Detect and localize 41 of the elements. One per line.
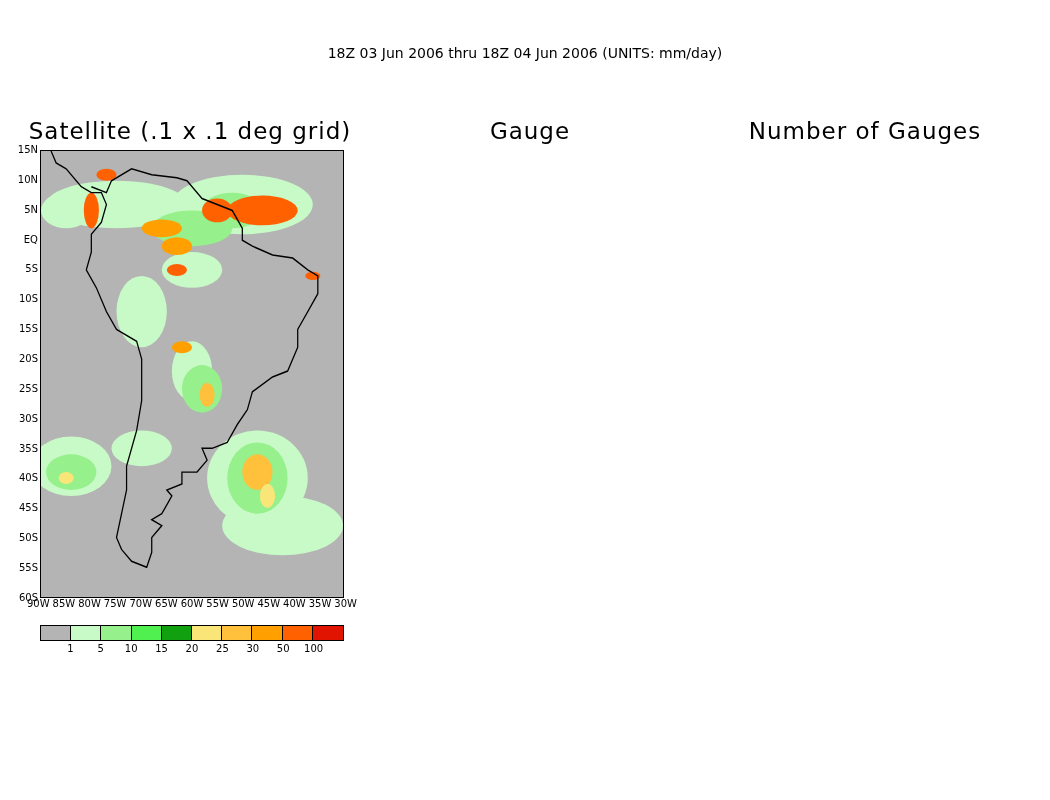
longitude-label: 65W bbox=[155, 598, 178, 610]
longitude-label: 40W bbox=[283, 598, 306, 610]
latitude-label: 25S bbox=[18, 382, 38, 395]
longitude-label: 45W bbox=[257, 598, 281, 610]
latitude-label: 5N bbox=[24, 203, 38, 216]
latitude-label: 55S bbox=[18, 562, 38, 575]
panel-title: Satellite (.1 x .1 deg grid) bbox=[28, 118, 352, 144]
longitude-label: 55W bbox=[206, 598, 229, 610]
longitude-label: 30W bbox=[334, 598, 357, 610]
scale-label: 100 bbox=[304, 643, 324, 655]
latitude-label: 15N bbox=[17, 144, 38, 156]
longitude-label: 70W bbox=[129, 598, 153, 610]
latitude-label: 40S bbox=[18, 472, 38, 485]
longitude-label: 80W bbox=[78, 598, 101, 610]
plot-title: 18Z 03 Jun 2006 thru 18Z 04 Jun 2006 (UNITS: mm/day) bbox=[327, 44, 723, 62]
longitude-label: 60W bbox=[180, 598, 204, 610]
scale-label: 25 bbox=[216, 643, 229, 655]
scale-label: 30 bbox=[246, 643, 260, 655]
longitude-label: 85W bbox=[52, 598, 76, 610]
scale-label: 15 bbox=[155, 643, 168, 655]
longitude-label: 75W bbox=[103, 598, 127, 610]
latitude-label: 35S bbox=[18, 442, 38, 455]
latitude-label: 5S bbox=[25, 263, 38, 276]
latitude-label: 45S bbox=[18, 502, 38, 515]
longitude-label: 50W bbox=[231, 598, 255, 610]
latitude-label: 20S bbox=[18, 353, 38, 365]
scale-label: 50 bbox=[276, 643, 290, 655]
scale-label: 10 bbox=[124, 643, 138, 655]
panel-title: Gauge bbox=[489, 118, 571, 144]
scale-label: 1 bbox=[67, 643, 74, 655]
latitude-label: 10N bbox=[17, 173, 38, 186]
panel-title: Number of Gauges bbox=[748, 118, 982, 144]
latitude-label: 15S bbox=[18, 323, 38, 336]
latitude-label: 30S bbox=[18, 412, 38, 425]
latitude-label: 10S bbox=[18, 293, 38, 306]
scale-label: 5 bbox=[97, 643, 104, 655]
latitude-label: EQ bbox=[23, 233, 38, 246]
latitude-label: 50S bbox=[18, 532, 38, 545]
scale-label: 20 bbox=[185, 643, 199, 655]
longitude-label: 35W bbox=[308, 598, 332, 610]
longitude-label: 90W bbox=[27, 598, 50, 610]
